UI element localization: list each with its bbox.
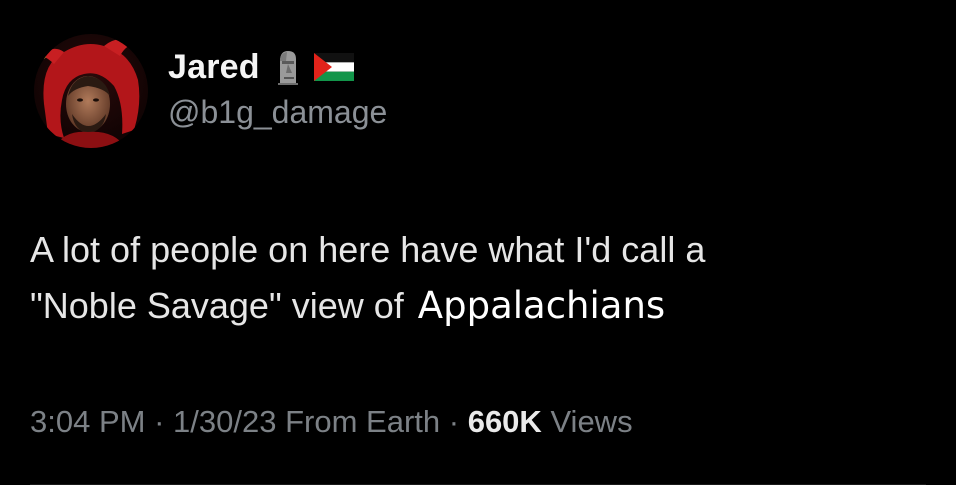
tweet-meta: 3:04 PM · 1/30/23 From Earth · 660K View… xyxy=(30,404,633,440)
views-count[interactable]: 660K xyxy=(468,404,542,439)
palestine-flag-icon xyxy=(313,53,354,81)
avatar-image xyxy=(34,34,148,148)
meta-separator: · xyxy=(154,404,165,439)
tweet-text-line-2-prefix: "Noble Savage" view of xyxy=(30,285,404,326)
tweet-text-line-1: A lot of people on here have what I'd ca… xyxy=(30,229,706,270)
tweet-time[interactable]: 3:04 PM xyxy=(30,404,145,439)
meta-separator: · xyxy=(448,404,460,439)
author-handle[interactable]: @b1g_damage xyxy=(168,94,387,131)
tweet-text-line-2: "Noble Savage" view of Appalachians xyxy=(30,278,930,334)
tweet-text: A lot of people on here have what I'd ca… xyxy=(30,222,930,334)
tweet-card: Jared @b1g_damage A lot of people on her… xyxy=(0,0,956,485)
tweet-source: From Earth xyxy=(285,404,441,439)
views-label[interactable]: Views xyxy=(550,404,632,439)
moai-icon xyxy=(274,49,300,85)
author-display-name[interactable]: Jared xyxy=(168,48,260,87)
tweet-text-edited-word: Appalachians xyxy=(417,284,666,327)
avatar[interactable] xyxy=(34,34,148,148)
tweet-date[interactable]: 1/30/23 xyxy=(173,404,276,439)
author-name-row: Jared xyxy=(168,42,354,92)
